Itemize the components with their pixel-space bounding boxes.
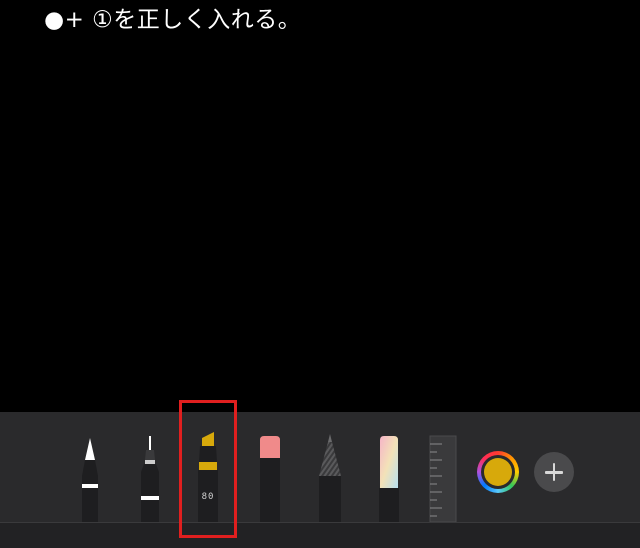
marker-width-label: 80 [201,492,215,502]
ruler-icon [429,435,457,522]
fineliner-tool[interactable] [135,432,165,522]
plus-icon-vertical [552,463,556,481]
marker-icon [198,432,218,522]
marker-tool[interactable]: 80 [194,432,222,522]
pen-tool[interactable] [76,432,104,522]
instruction-text: ●+ ①を正しく入れる。 [44,7,302,33]
pen-icon [82,438,98,522]
screen: ●+ ①を正しく入れる。 80 [0,0,640,548]
fineliner-icon [141,436,159,522]
ruler-tool[interactable] [428,432,458,522]
pencil-icon [319,434,341,522]
tool-shelf [0,522,640,548]
color-picker-button[interactable] [477,451,519,493]
drawing-canvas[interactable] [0,0,640,412]
eraser-tool[interactable] [256,432,284,522]
crayon-tool[interactable] [374,432,404,522]
current-color-swatch [484,458,512,486]
eraser-icon [260,436,280,522]
pencil-tool[interactable] [315,432,345,522]
crayon-icon [379,436,399,522]
add-tool-button[interactable] [534,452,574,492]
